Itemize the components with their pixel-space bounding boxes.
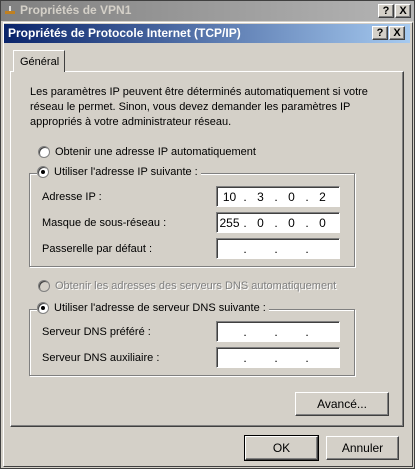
ip-dot: . xyxy=(243,241,247,256)
ip-dot: . xyxy=(274,324,278,339)
ip-dot: . xyxy=(305,324,309,339)
ip-address-field[interactable]: 10. 3. 0. 2 xyxy=(216,186,340,207)
ok-button[interactable]: OK xyxy=(244,435,319,461)
ip-octet[interactable]: 255 xyxy=(217,216,242,230)
radio-obtain-ip-auto[interactable]: Obtenir une adresse IP automatiquement xyxy=(38,146,259,158)
ip-dot: . xyxy=(243,324,247,339)
radio-use-ip-label: Utiliser l'adresse IP suivante : xyxy=(54,166,198,178)
ip-octet[interactable]: 3 xyxy=(248,190,273,204)
alternate-dns-label: Serveur DNS auxiliaire : xyxy=(42,352,160,364)
subnet-mask-label: Masque de sous-réseau : xyxy=(42,217,167,229)
tab-general[interactable]: Général xyxy=(13,50,65,72)
radio-obtain-ip-auto-label: Obtenir une adresse IP automatiquement xyxy=(55,146,256,158)
radio-button-disabled xyxy=(38,280,50,292)
radio-use-dns[interactable]: Utiliser l'adresse de serveur DNS suivan… xyxy=(37,302,269,314)
radio-button[interactable] xyxy=(38,146,50,158)
network-connection-icon xyxy=(4,5,16,15)
outer-window-title: Propriétés de VPN1 xyxy=(20,3,132,17)
alternate-dns-field[interactable]: . . . xyxy=(216,347,340,368)
radio-use-ip[interactable]: Utiliser l'adresse IP suivante : xyxy=(37,166,201,178)
gateway-field[interactable]: . . . xyxy=(216,238,340,259)
dialog-close-button[interactable]: X xyxy=(389,26,405,40)
radio-button-checked[interactable] xyxy=(37,302,49,314)
advanced-button[interactable]: Avancé... xyxy=(295,392,389,416)
ip-octet[interactable]: 0 xyxy=(310,216,335,230)
ip-dot: . xyxy=(274,350,278,365)
ip-dot: . xyxy=(305,241,309,256)
cancel-button[interactable]: Annuler xyxy=(326,436,399,460)
ip-address-label: Adresse IP : xyxy=(42,191,102,203)
ip-octet[interactable]: 0 xyxy=(279,216,304,230)
ip-octet[interactable]: 0 xyxy=(279,190,304,204)
outer-help-button[interactable]: ? xyxy=(378,4,394,18)
ip-octet[interactable]: 10 xyxy=(217,190,242,204)
gateway-label: Passerelle par défaut : xyxy=(42,243,153,255)
subnet-mask-field[interactable]: 255. 0. 0. 0 xyxy=(216,212,340,233)
ip-octet[interactable]: 2 xyxy=(310,190,335,204)
ip-octet[interactable]: 0 xyxy=(248,216,273,230)
radio-use-dns-label: Utiliser l'adresse de serveur DNS suivan… xyxy=(54,302,266,314)
preferred-dns-field[interactable]: . . . xyxy=(216,321,340,342)
dialog-title: Propriétés de Protocole Internet (TCP/IP… xyxy=(8,26,241,40)
ip-dot: . xyxy=(274,241,278,256)
ip-dot: . xyxy=(305,350,309,365)
radio-button-checked[interactable] xyxy=(37,166,49,178)
radio-obtain-dns-auto[interactable]: Obtenir les adresses des serveurs DNS au… xyxy=(38,280,340,292)
radio-obtain-dns-auto-label: Obtenir les adresses des serveurs DNS au… xyxy=(55,280,337,292)
outer-close-button[interactable]: X xyxy=(395,4,411,18)
preferred-dns-label: Serveur DNS préféré : xyxy=(42,326,151,338)
ip-dot: . xyxy=(243,350,247,365)
intro-text: Les paramètres IP peuvent être déterminé… xyxy=(30,86,368,128)
dialog-help-button[interactable]: ? xyxy=(372,26,388,40)
